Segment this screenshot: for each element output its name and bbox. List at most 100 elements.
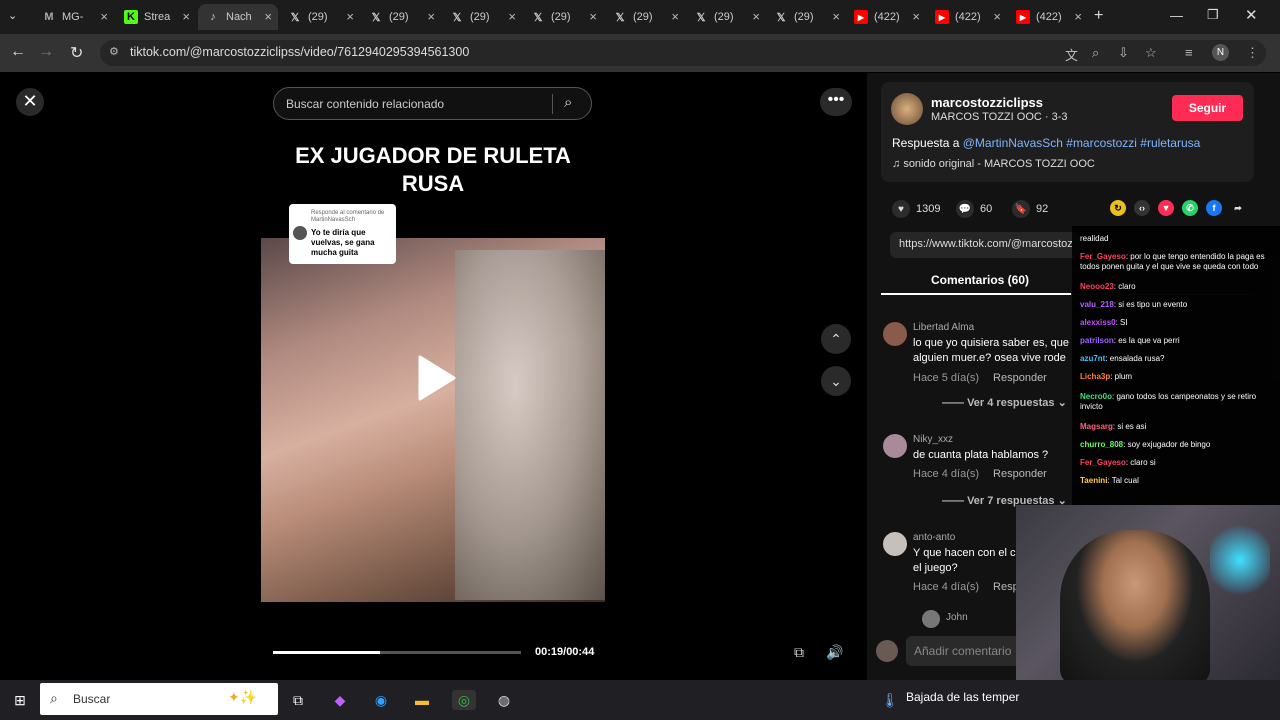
view-replies-button[interactable]: —— Ver 4 respuestas ⌄ [942, 396, 1067, 409]
file-explorer-icon[interactable]: ▬ [412, 690, 432, 710]
commenter-name[interactable]: anto-anto [913, 532, 955, 543]
previous-video-button[interactable]: ⌃ [821, 324, 851, 354]
close-icon[interactable]: × [671, 9, 679, 24]
zoom-icon[interactable]: ⌕ [1092, 45, 1099, 61]
sound-link[interactable]: ♫ sonido original - MARCOS TOZZI OOC [892, 158, 1095, 170]
tab-comments[interactable]: Comentarios (60) [931, 273, 1029, 287]
tab-1[interactable]: M MG- × [34, 4, 114, 30]
profile-avatar[interactable]: N [1212, 44, 1229, 61]
facebook-icon[interactable]: f [1206, 200, 1222, 216]
chat-text: : Tal cual [1107, 476, 1139, 485]
close-icon[interactable]: × [912, 9, 920, 24]
tab-3[interactable]: ♪ Nach × [198, 4, 278, 30]
commenter-avatar[interactable] [883, 434, 907, 458]
more-options-button[interactable]: ••• [820, 88, 852, 116]
install-icon[interactable]: ⇩ [1118, 45, 1129, 61]
translate-icon[interactable]: 文 [1065, 45, 1078, 64]
close-icon[interactable]: × [508, 9, 516, 24]
tab-list-icon[interactable]: ⌄ [8, 9, 17, 22]
tab-label: (422) [955, 11, 981, 23]
reply-author-name[interactable]: John [946, 612, 968, 623]
media-icon[interactable]: ≡ [1185, 45, 1193, 60]
pip-icon[interactable]: ⧉ [794, 644, 804, 661]
save-stat[interactable]: 🔖 92 [1012, 200, 1048, 218]
forward-icon[interactable]: → [38, 43, 54, 61]
chat-username: alexxiss0 [1080, 318, 1116, 327]
url-bar[interactable]: ⚙ tiktok.com/@marcostozziclipss/video/76… [100, 40, 1266, 66]
desc-tags[interactable]: @MartinNavasSch #marcostozzi #ruletarusa [963, 136, 1201, 150]
tab-5[interactable]: 𝕏 (29) × [361, 4, 441, 30]
copy-link-field[interactable]: https://www.tiktok.com/@marcostoz [890, 232, 1080, 258]
volume-icon[interactable]: 🔊 [826, 644, 843, 661]
minimize-icon[interactable]: — [1170, 8, 1183, 23]
restore-icon[interactable]: ❐ [1207, 7, 1219, 23]
follow-button[interactable]: Seguir [1172, 95, 1243, 121]
commenter-name[interactable]: Libertad Alma [913, 322, 974, 333]
close-icon[interactable]: × [589, 9, 597, 24]
reply-button[interactable]: Responder [993, 468, 1047, 480]
obs-icon[interactable]: ◍ [494, 690, 514, 710]
tab-8[interactable]: 𝕏 (29) × [605, 4, 685, 30]
close-icon[interactable]: × [427, 9, 435, 24]
taskbar-search[interactable]: ⌕ Buscar ✦✨ [40, 683, 278, 715]
windows-start-icon[interactable]: ⊞ [10, 690, 30, 710]
reply-avatar[interactable] [922, 610, 940, 628]
commenter-avatar[interactable] [883, 532, 907, 556]
tab-2[interactable]: K Strea × [116, 4, 196, 30]
commenter-name[interactable]: Niky_xxz [913, 434, 953, 445]
tab-6[interactable]: 𝕏 (29) × [442, 4, 522, 30]
comment-stat[interactable]: 💬 60 [956, 200, 992, 218]
repost-icon[interactable]: ↻ [1110, 200, 1126, 216]
sticker-avatar [293, 226, 307, 240]
comment-icon[interactable]: 💬 [956, 200, 974, 218]
like-stat[interactable]: ♥ 1309 [892, 200, 940, 218]
bookmark-icon[interactable]: 🔖 [1012, 200, 1030, 218]
close-icon[interactable]: × [993, 9, 1001, 24]
close-icon[interactable]: × [264, 9, 272, 24]
tab-4[interactable]: 𝕏 (29) × [280, 4, 360, 30]
whatsapp-icon[interactable]: ✆ [1182, 200, 1198, 216]
tab-12[interactable]: ▶ (422) × [927, 4, 1007, 30]
tab-9[interactable]: 𝕏 (29) × [686, 4, 766, 30]
tab-7[interactable]: 𝕏 (29) × [523, 4, 603, 30]
send-icon[interactable]: ▼ [1158, 200, 1174, 216]
commenter-avatar[interactable] [883, 322, 907, 346]
bookmark-star-icon[interactable]: ☆ [1145, 45, 1157, 61]
embed-icon[interactable]: ‹› [1134, 200, 1150, 216]
search-icon[interactable]: ⌕ [564, 94, 572, 111]
creator-username[interactable]: marcostozziclipss [931, 95, 1043, 110]
close-icon[interactable]: × [832, 9, 840, 24]
progress-bar[interactable] [273, 651, 521, 654]
chrome-icon[interactable]: ◎ [452, 690, 476, 710]
close-icon[interactable]: × [752, 9, 760, 24]
tab-10[interactable]: 𝕏 (29) × [766, 4, 846, 30]
x-icon: 𝕏 [533, 11, 543, 24]
close-icon[interactable]: × [346, 9, 354, 24]
share-arrow-icon[interactable]: ➦ [1230, 200, 1246, 216]
play-icon[interactable] [416, 355, 456, 401]
reload-icon[interactable]: ↻ [70, 43, 83, 63]
tab-13[interactable]: ▶ (422) × [1008, 4, 1088, 30]
menu-icon[interactable]: ⋮ [1246, 45, 1259, 61]
heart-icon[interactable]: ♥ [892, 200, 910, 218]
related-search-input[interactable]: Buscar contenido relacionado ⌕ [273, 87, 592, 120]
close-icon[interactable]: × [182, 9, 190, 24]
next-video-button[interactable]: ⌄ [821, 366, 851, 396]
close-icon[interactable]: × [100, 9, 108, 24]
back-icon[interactable]: ← [10, 43, 26, 61]
reply-button[interactable]: Responder [993, 372, 1047, 384]
new-tab-icon[interactable]: + [1094, 7, 1103, 25]
task-view-icon[interactable]: ⧉ [288, 690, 308, 710]
active-tab-indicator [881, 293, 1071, 295]
tab-11[interactable]: ▶ (422) × [846, 4, 926, 30]
site-info-icon[interactable]: ⚙ [109, 45, 119, 58]
edge-icon[interactable]: ◉ [371, 690, 391, 710]
url-text[interactable]: tiktok.com/@marcostozziclipss/video/7612… [130, 45, 469, 59]
copilot-icon[interactable]: ◆ [330, 690, 350, 710]
chat-username: patrilson [1080, 336, 1114, 345]
close-video-button[interactable]: ✕ [16, 88, 44, 116]
creator-avatar[interactable] [891, 93, 923, 125]
sound-text: sonido original - MARCOS TOZZI OOC [903, 158, 1095, 170]
window-close-icon[interactable]: ✕ [1245, 6, 1258, 24]
close-icon[interactable]: × [1074, 9, 1082, 24]
